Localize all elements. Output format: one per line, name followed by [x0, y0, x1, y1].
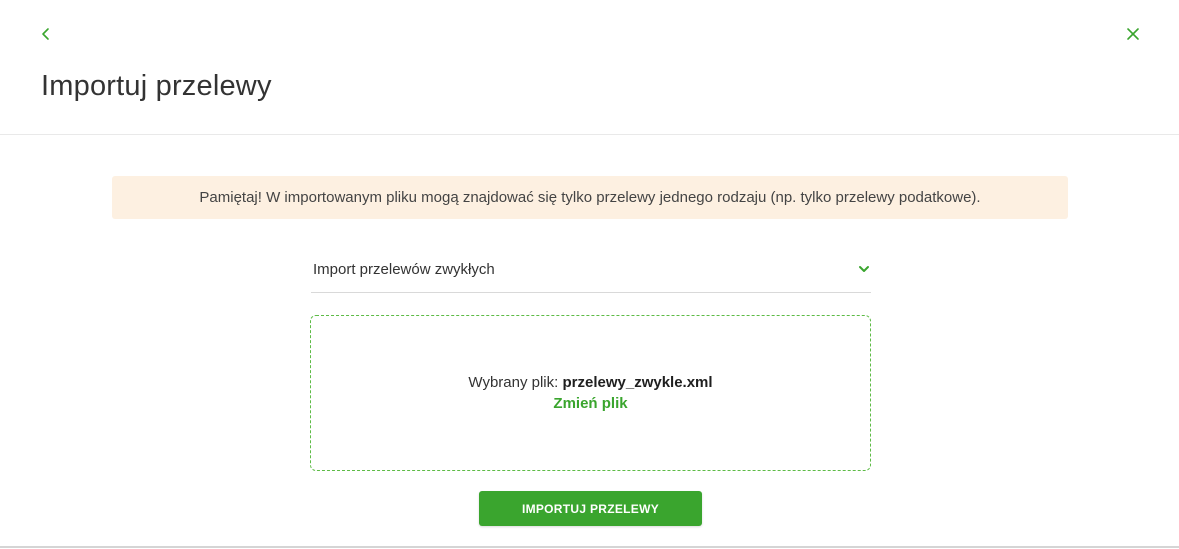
chevron-left-icon	[40, 27, 52, 46]
header-divider	[0, 134, 1179, 135]
selected-file-name: przelewy_zwykle.xml	[562, 373, 713, 391]
footer-divider	[0, 546, 1179, 548]
chevron-down-icon	[857, 262, 871, 276]
change-file-link[interactable]: Zmień plik	[553, 394, 627, 414]
file-dropzone[interactable]: Wybrany plik: przelewy_zwykle.xml Zmień …	[310, 315, 871, 471]
selected-file-info: Wybrany plik: przelewy_zwykle.xml	[468, 373, 712, 393]
back-button[interactable]	[36, 26, 56, 46]
close-icon	[1125, 26, 1141, 47]
page-title: Importuj przelewy	[41, 70, 272, 102]
selected-file-label: Wybrany plik:	[468, 373, 559, 391]
notice-banner: Pamiętaj! W importowanym pliku mogą znaj…	[112, 176, 1068, 219]
import-type-selected-value: Import przelewów zwykłych	[313, 261, 495, 278]
import-type-select[interactable]: Import przelewów zwykłych	[311, 253, 871, 293]
notice-text: Pamiętaj! W importowanym pliku mogą znaj…	[199, 189, 981, 206]
import-button[interactable]: IMPORTUJ PRZELEWY	[479, 491, 702, 526]
close-button[interactable]	[1123, 26, 1143, 46]
